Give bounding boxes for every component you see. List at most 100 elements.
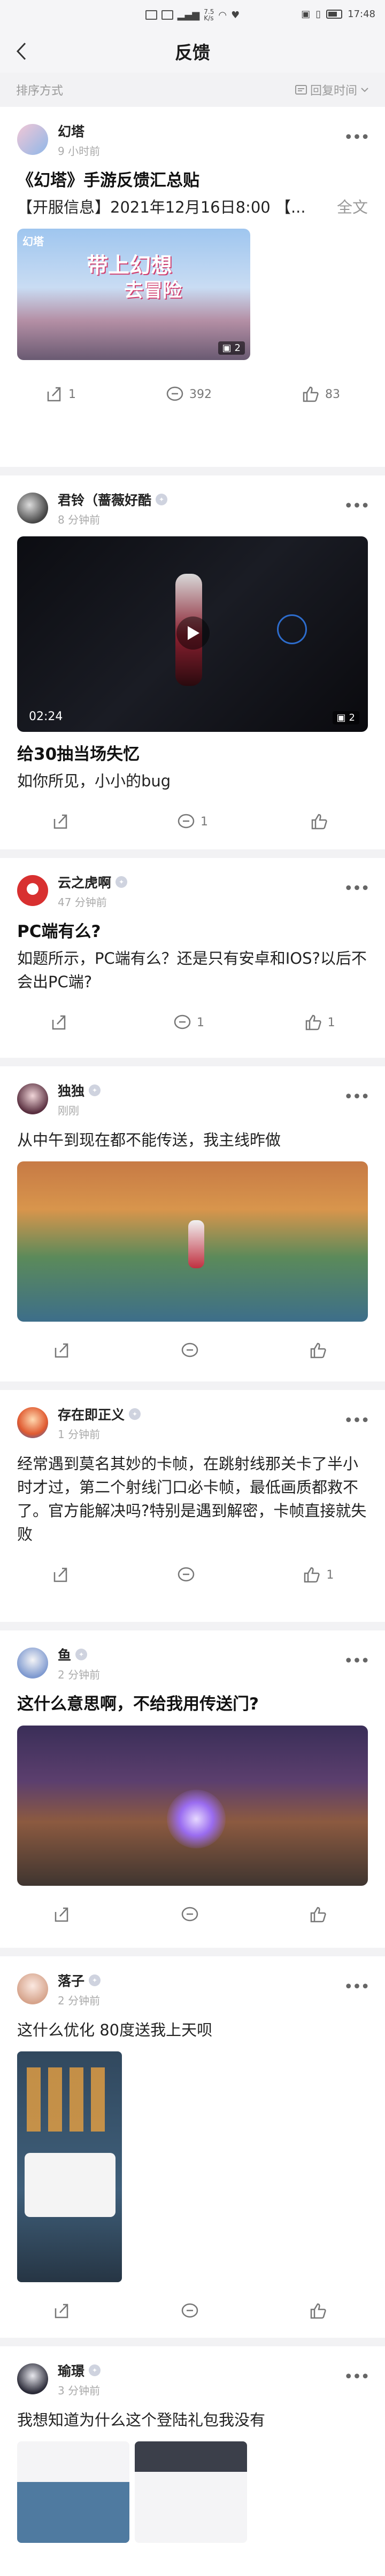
avatar[interactable]	[17, 875, 48, 906]
share-icon	[47, 387, 61, 402]
post-card[interactable]: 君铃（蔷薇好酷 ✦ 8 分钟前 ••• 02:24 ▣ 2 给30抽当场失忆 如你所…	[0, 475, 385, 849]
author-name[interactable]: 落子 ✦	[58, 1971, 101, 1990]
more-options-icon[interactable]: •••	[344, 128, 370, 147]
like-button[interactable]: 83	[302, 385, 340, 403]
share-button[interactable]	[52, 2302, 76, 2320]
level-badge-icon: ✦	[89, 1974, 101, 1986]
more-options-icon[interactable]: •••	[344, 497, 370, 516]
author-name-text: 落子	[58, 1973, 85, 1989]
play-button[interactable]	[176, 616, 210, 650]
comment-icon	[181, 1907, 198, 1922]
post-image[interactable]	[17, 2051, 122, 2282]
thumbs-up-icon	[304, 1567, 320, 1583]
author-name[interactable]: 鱼 ✦	[58, 1645, 100, 1664]
comment-icon	[178, 814, 195, 829]
like-button[interactable]: 1	[304, 1013, 335, 1032]
post-image[interactable]: 幻塔 带上幻想 去冒险 ▣ 2	[17, 229, 250, 360]
author-name[interactable]: 存在即正义 ✦	[58, 1404, 141, 1424]
comment-button[interactable]: 1	[173, 1013, 204, 1032]
vibrate-icon: ▯	[315, 9, 321, 20]
share-button[interactable]: 1	[45, 385, 76, 403]
post-card[interactable]: 落子 ✦ 2 分钟前 ••• 这什么优化 80度送我上天呗	[0, 1956, 385, 2338]
author-name[interactable]: 瑜璟 ✦	[58, 2361, 101, 2380]
post-card[interactable]: 幻塔 9 小时前 ••• 《幻塔》手游反馈汇总贴 【开服信息】2021年12月1…	[0, 107, 385, 467]
comment-button[interactable]	[181, 1906, 204, 1924]
level-badge-icon: ✦	[89, 1084, 101, 1096]
share-button[interactable]	[51, 1566, 75, 1584]
author-name[interactable]: 幻塔	[58, 121, 100, 140]
sort-icon	[295, 85, 307, 95]
avatar[interactable]	[17, 124, 48, 155]
comment-button[interactable]	[177, 1566, 201, 1584]
share-icon	[53, 814, 67, 829]
avatar[interactable]	[17, 1648, 48, 1679]
post-card[interactable]: 独独 ✦ 刚刚 ••• 从中午到现在都不能传送，我主线昨做	[0, 1066, 385, 1381]
post-time: 3 分钟前	[58, 2384, 101, 2397]
author-name[interactable]: 独独 ✦	[58, 1081, 101, 1100]
post-time: 2 分钟前	[58, 1668, 101, 1681]
more-options-icon[interactable]: •••	[344, 1088, 370, 1106]
more-options-icon[interactable]: •••	[344, 1652, 370, 1671]
thumbs-up-icon	[312, 814, 327, 830]
post-body-text: 【开服信息】2021年12月16日8:00 【...	[17, 198, 306, 216]
post-card[interactable]: 鱼 ✦ 2 分钟前 ••• 这什么意思啊，不给我用传送门?	[0, 1630, 385, 1948]
level-badge-icon: ✦	[89, 2364, 101, 2376]
more-options-icon[interactable]: •••	[344, 1978, 370, 1996]
post-card[interactable]: 存在即正义 ✦ 1 分钟前 ••• 经常遇到莫名其妙的卡帧，在跳射线那关卡了半小时…	[0, 1390, 385, 1622]
comment-count: 392	[189, 387, 212, 401]
avatar[interactable]	[17, 1973, 48, 2004]
read-more-link[interactable]: 全文	[337, 196, 368, 219]
comment-icon	[174, 1014, 191, 1029]
post-time: 8 分钟前	[58, 513, 101, 526]
like-button[interactable]	[309, 1341, 333, 1360]
comment-count: 1	[200, 815, 208, 829]
status-icons: ▂▄▆ 7.5 K/s ◠ ♥	[145, 9, 240, 21]
comment-button[interactable]	[181, 2302, 204, 2320]
comment-icon	[181, 1342, 198, 1357]
author-name-text: 瑜璟	[58, 2363, 85, 2379]
sim-icon	[161, 10, 173, 20]
share-button[interactable]	[51, 813, 75, 831]
image-count-badge: ▣ 2	[332, 711, 359, 724]
comment-button[interactable]	[181, 1341, 204, 1360]
post-image[interactable]	[135, 2441, 247, 2543]
like-button[interactable]: 1	[303, 1566, 334, 1584]
page-title: 反馈	[175, 42, 210, 63]
avatar[interactable]	[17, 1083, 48, 1114]
post-time: 1 分钟前	[58, 1427, 101, 1441]
post-body: 这什么优化 80度送我上天呗	[17, 2021, 213, 2039]
gallery-icon: ▣	[336, 712, 346, 723]
share-count: 1	[68, 387, 76, 401]
share-button[interactable]	[52, 1341, 76, 1360]
post-title: 这什么意思啊，不给我用传送门?	[17, 1695, 259, 1714]
like-button[interactable]	[309, 1906, 333, 1924]
back-button[interactable]	[12, 42, 31, 61]
post-body: 我想知道为什么这个登陆礼包我没有	[17, 2411, 266, 2429]
avatar[interactable]	[17, 1407, 48, 1438]
post-card[interactable]: 云之虎啊 ✦ 47 分钟前 ••• PC端有么? 如题所示，PC端有么？还是只有安…	[0, 858, 385, 1058]
post-card[interactable]: 瑜璟 ✦ 3 分钟前 ••• 我想知道为什么这个登陆礼包我没有	[0, 2346, 385, 2576]
network-speed: 7.5 K/s	[204, 8, 214, 22]
comment-button[interactable]: 1	[177, 813, 208, 831]
author-name[interactable]: 君铃（蔷薇好酷 ✦	[58, 490, 168, 509]
share-button[interactable]	[52, 1906, 76, 1924]
share-button[interactable]	[50, 1013, 73, 1032]
post-time: 2 分钟前	[58, 1994, 101, 2007]
post-image[interactable]	[17, 2441, 129, 2543]
avatar[interactable]	[17, 2363, 48, 2394]
more-options-icon[interactable]: •••	[344, 1411, 370, 1430]
more-options-icon[interactable]: •••	[344, 879, 370, 898]
post-image[interactable]	[17, 1161, 368, 1322]
like-button[interactable]	[310, 813, 334, 831]
chevron-down-icon	[361, 88, 368, 92]
thumbs-up-icon	[310, 2303, 326, 2319]
more-options-icon[interactable]: •••	[344, 2368, 370, 2386]
like-button[interactable]	[309, 2302, 333, 2320]
avatar[interactable]	[17, 493, 48, 524]
sort-selector[interactable]: 回复时间	[295, 81, 369, 98]
author-name[interactable]: 云之虎啊 ✦	[58, 872, 128, 892]
share-icon	[55, 2304, 68, 2319]
comment-button[interactable]: 392	[166, 385, 212, 403]
post-image[interactable]	[17, 1726, 368, 1886]
video-player[interactable]: 02:24 ▣ 2	[17, 536, 368, 732]
